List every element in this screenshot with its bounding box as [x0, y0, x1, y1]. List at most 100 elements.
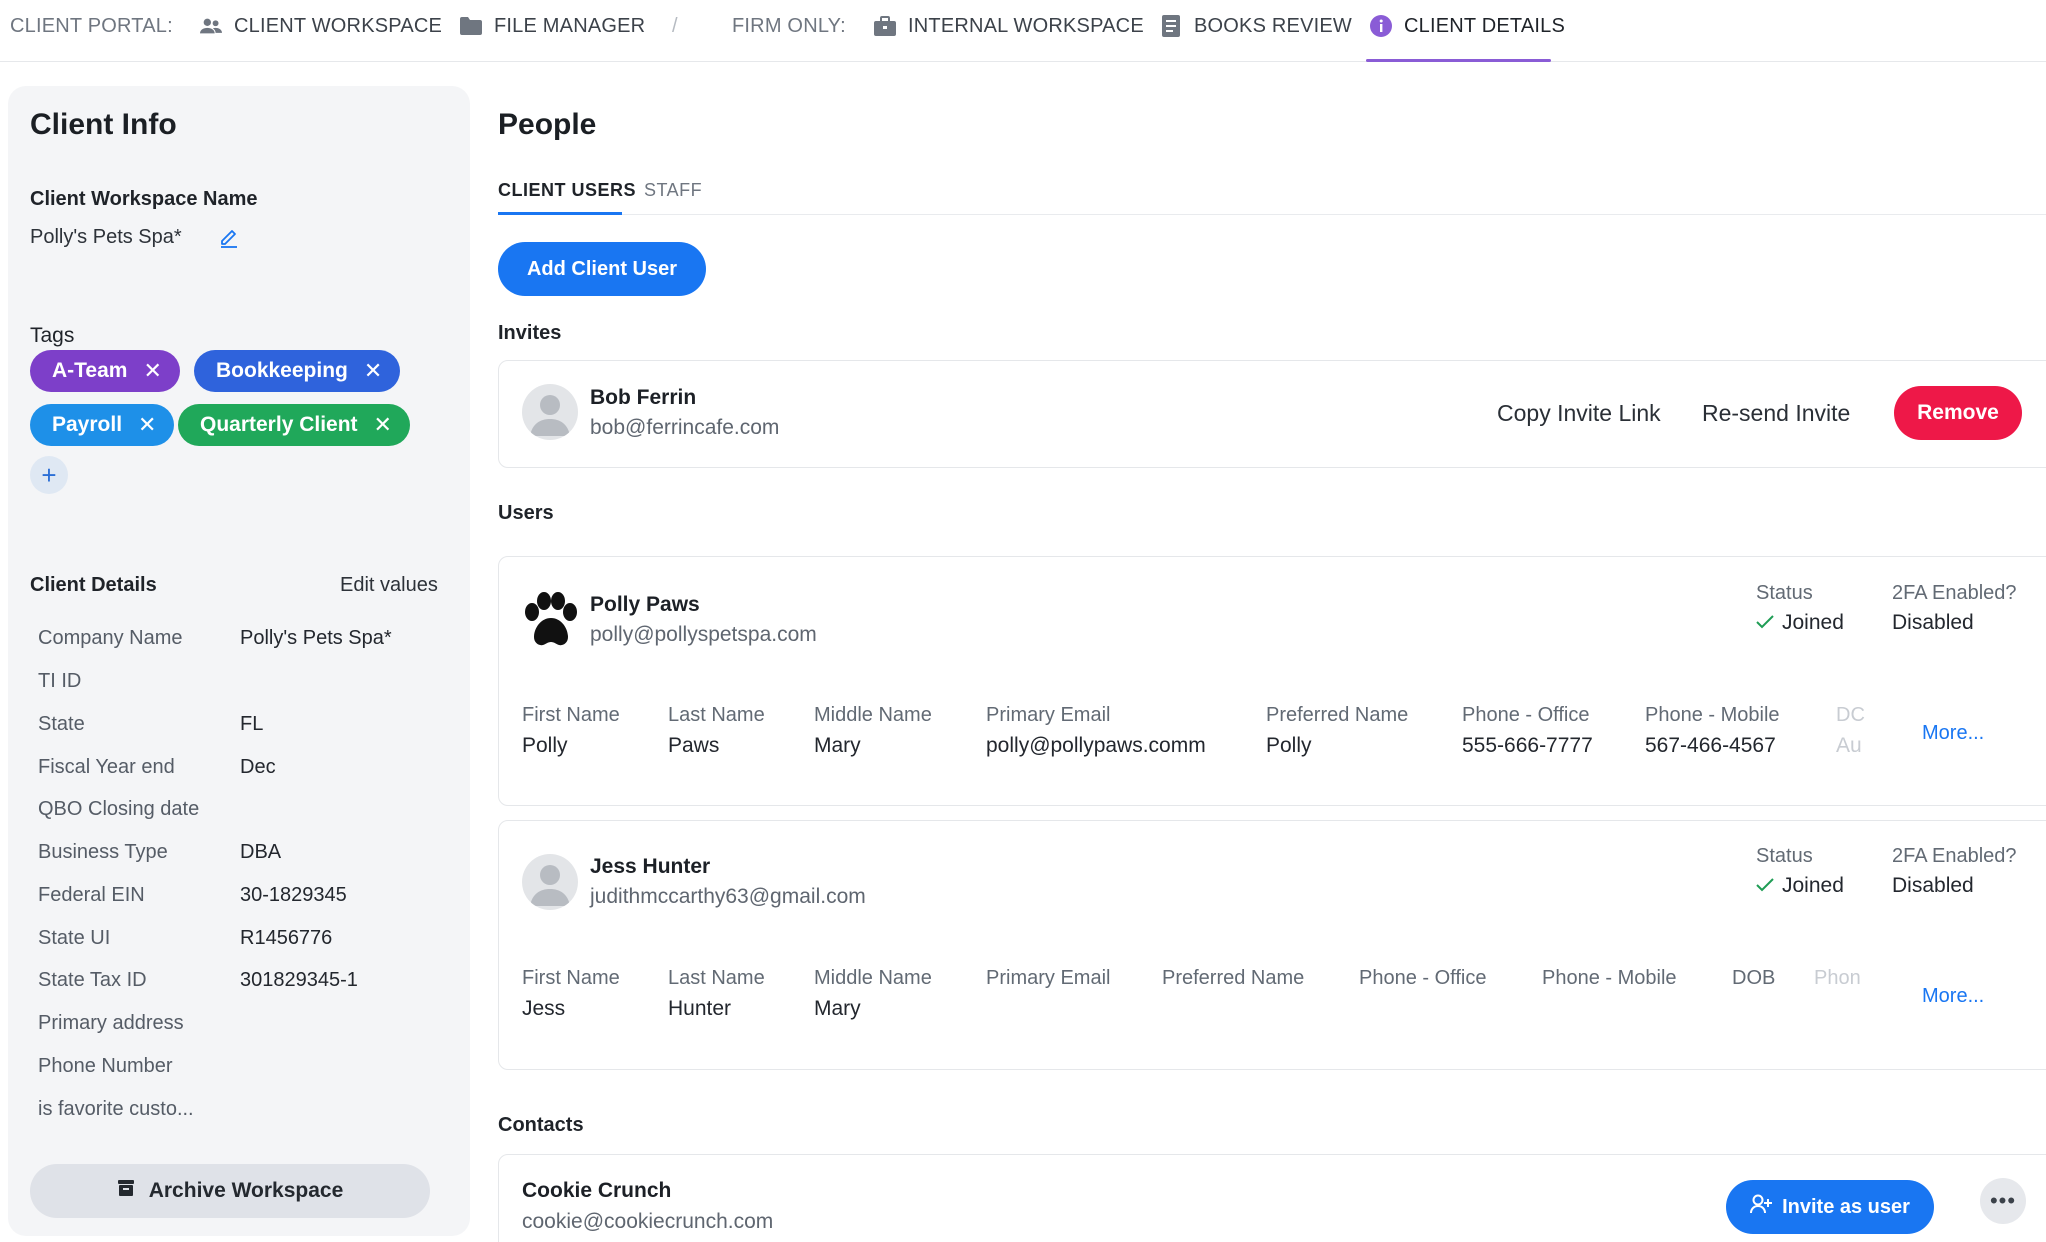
info-icon [1370, 15, 1392, 37]
top-navigation: CLIENT PORTAL: CLIENT WORKSPACE FILE MAN… [0, 0, 2046, 62]
detail-value: 301829345-1 [240, 969, 358, 991]
edit-values-link[interactable]: Edit values [340, 574, 438, 597]
twofa-label: 2FA Enabled? [1892, 582, 2017, 604]
check-icon [1756, 874, 1774, 898]
tag-bookkeeping: Bookkeeping ✕ [194, 350, 401, 392]
status-joined: Joined [1756, 874, 1844, 898]
archive-workspace-button[interactable]: Archive Workspace [30, 1164, 430, 1218]
tag-payroll: Payroll ✕ [30, 404, 175, 446]
archive-icon [117, 1179, 135, 1203]
more-link[interactable]: More... [1922, 722, 1984, 745]
tab-client-users[interactable]: CLIENT USERS [498, 180, 636, 201]
more-link[interactable]: More... [1922, 985, 1984, 1008]
detail-label: TI ID [38, 670, 82, 692]
detail-label: Phone Number [38, 1055, 173, 1077]
field-head-truncated: Phon [1814, 967, 1861, 989]
nav-internal-workspace[interactable]: INTERNAL WORKSPACE [874, 12, 1144, 40]
contact-name: Cookie Crunch [522, 1179, 672, 1202]
remove-tag-icon[interactable]: ✕ [138, 414, 156, 436]
remove-tag-icon[interactable]: ✕ [374, 414, 392, 436]
tag-quarterly-client: Quarterly Client ✕ [178, 404, 410, 446]
workspace-name-value: Polly's Pets Spa* [30, 226, 182, 248]
twofa-label: 2FA Enabled? [1892, 845, 2017, 867]
status-joined: Joined [1756, 611, 1844, 635]
remove-tag-icon[interactable]: ✕ [364, 360, 382, 382]
firm-only-label: FIRM ONLY: [732, 14, 846, 37]
users-label: Users [498, 502, 554, 524]
field-head: Phone - Mobile [1542, 967, 1677, 989]
nav-books-review[interactable]: BOOKS REVIEW [1160, 12, 1352, 40]
nav-client-details[interactable]: CLIENT DETAILS [1370, 12, 1565, 40]
invite-as-user-button[interactable]: Invite as user [1726, 1180, 1934, 1234]
user-email: polly@pollyspetspa.com [590, 623, 817, 646]
detail-value: DBA [240, 841, 282, 863]
detail-label: Fiscal Year end [38, 756, 175, 778]
check-icon [1756, 611, 1774, 635]
detail-value: Polly's Pets Spa* [240, 627, 392, 649]
field-head: Phone - Mobile [1645, 704, 1780, 726]
detail-label: State Tax ID [38, 969, 147, 991]
detail-label: Company Name [38, 627, 183, 649]
briefcase-icon [874, 15, 896, 37]
nav-file-manager[interactable]: FILE MANAGER [460, 12, 645, 40]
twofa-value: Disabled [1892, 611, 1974, 634]
nav-separator: / [672, 14, 678, 37]
tab-staff[interactable]: STAFF [644, 180, 702, 201]
field-value: Polly [1266, 734, 1312, 757]
nav-client-workspace[interactable]: CLIENT WORKSPACE [200, 12, 442, 40]
detail-value: Dec [240, 756, 276, 778]
book-icon [1160, 15, 1182, 37]
copy-invite-link[interactable]: Copy Invite Link [1497, 400, 1661, 427]
client-portal-label: CLIENT PORTAL: [10, 14, 173, 37]
user-name: Jess Hunter [590, 855, 711, 878]
user-card [498, 556, 2046, 806]
field-value: Polly [522, 734, 568, 757]
detail-label: Business Type [38, 841, 168, 863]
detail-label: QBO Closing date [38, 798, 200, 820]
add-tag-button[interactable]: + [30, 456, 68, 494]
user-email: judithmccarthy63@gmail.com [590, 885, 866, 908]
field-head: Phone - Office [1359, 967, 1487, 989]
field-head: Primary Email [986, 967, 1111, 989]
resend-invite-link[interactable]: Re-send Invite [1702, 400, 1850, 427]
field-head: Last Name [668, 704, 765, 726]
field-value-truncated: Au [1836, 734, 1862, 757]
add-client-user-button[interactable]: Add Client User [498, 242, 706, 296]
tabs-divider [498, 214, 2046, 215]
detail-label: Federal EIN [38, 884, 145, 906]
field-head: Last Name [668, 967, 765, 989]
field-value: Mary [814, 997, 861, 1020]
field-head: Preferred Name [1162, 967, 1305, 989]
contacts-label: Contacts [498, 1114, 584, 1136]
remove-tag-icon[interactable]: ✕ [143, 360, 161, 382]
field-head: Primary Email [986, 704, 1111, 726]
field-head: Middle Name [814, 704, 932, 726]
detail-label: State UI [38, 927, 111, 949]
user-card [498, 820, 2046, 1070]
field-head-truncated: DC [1836, 704, 1865, 726]
detail-value: FL [240, 713, 264, 735]
detail-value: 30-1829345 [240, 884, 347, 906]
field-value: 555-666-7777 [1462, 734, 1593, 757]
default-avatar-icon [522, 854, 578, 910]
status-label: Status [1756, 582, 1813, 604]
field-head: Phone - Office [1462, 704, 1590, 726]
field-head: First Name [522, 704, 620, 726]
twofa-value: Disabled [1892, 874, 1974, 897]
field-value: Hunter [668, 997, 732, 1020]
invites-label: Invites [498, 322, 562, 344]
client-info-title: Client Info [30, 108, 177, 141]
field-value: Mary [814, 734, 861, 757]
tags-label: Tags [30, 324, 75, 347]
client-details-label: Client Details [30, 574, 157, 596]
field-value: polly@pollypaws.comm [986, 734, 1206, 757]
more-options-icon[interactable]: ••• [1980, 1178, 2026, 1224]
user-name: Polly Paws [590, 593, 700, 616]
remove-invite-button[interactable]: Remove [1894, 386, 2022, 440]
detail-label: Primary address [38, 1012, 184, 1034]
pencil-edit-icon[interactable] [218, 226, 240, 248]
field-value: Jess [522, 997, 566, 1020]
detail-label: State [38, 713, 85, 735]
contact-email: cookie@cookiecrunch.com [522, 1210, 774, 1233]
detail-value: R1456776 [240, 927, 333, 949]
